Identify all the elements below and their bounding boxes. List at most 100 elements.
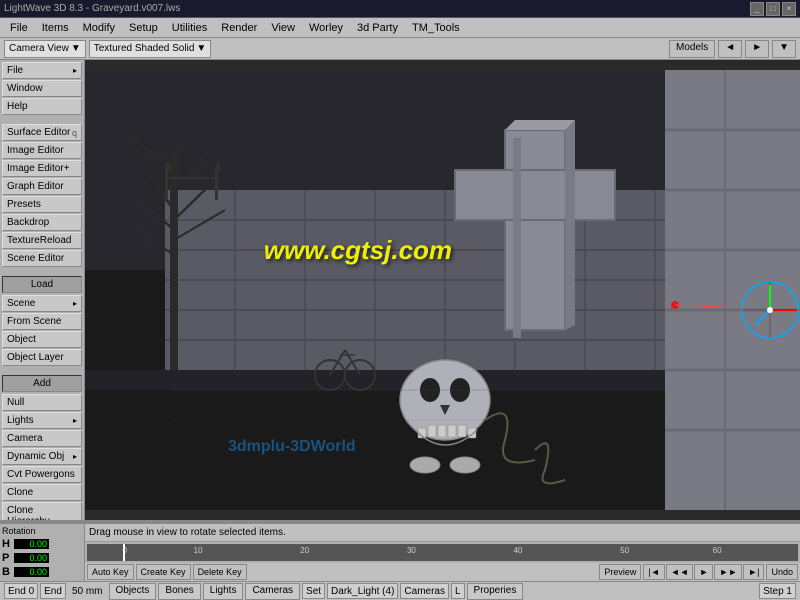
status-bar-right: Step 1	[759, 583, 796, 599]
tick-60: 60	[713, 546, 722, 555]
tb-btn1[interactable]: ◄	[718, 40, 742, 58]
menu-3dparty[interactable]: 3d Party	[351, 21, 404, 35]
models-button[interactable]: Models	[669, 40, 715, 58]
help-menu-btn[interactable]: Help	[2, 98, 82, 115]
minimize-button[interactable]: _	[750, 2, 764, 16]
main-area: File ▸ Window Help Surface Editor q Imag…	[0, 60, 800, 520]
backdrop-btn[interactable]: Backdrop	[2, 214, 82, 231]
close-button[interactable]: ×	[782, 2, 796, 16]
tb-btn2[interactable]: ►	[745, 40, 769, 58]
menu-file[interactable]: File	[4, 21, 34, 35]
l-label: L	[451, 583, 465, 599]
rotation-label: Rotation	[2, 526, 82, 537]
menu-utilities[interactable]: Utilities	[166, 21, 213, 35]
from-scene-btn[interactable]: From Scene	[2, 313, 82, 330]
mode-label: Cameras	[400, 583, 449, 599]
app-title: LightWave 3D 8.3 - Graveyard.v007.lws	[4, 3, 180, 14]
b-value-input[interactable]	[14, 567, 49, 577]
prev-frame-btn[interactable]: |◄	[643, 564, 664, 580]
render-mode-dropdown[interactable]: Textured Shaded Solid ▼	[89, 40, 212, 58]
menu-setup[interactable]: Setup	[123, 21, 164, 35]
step-back-btn[interactable]: ◄◄	[666, 564, 694, 580]
menu-render[interactable]: Render	[215, 21, 263, 35]
step-fwd-btn[interactable]: ►►	[714, 564, 742, 580]
lights-tab[interactable]: Lights	[203, 583, 244, 600]
h-value-input[interactable]	[14, 539, 49, 549]
playback-controls: |◄ ◄◄ ► ►► ►|	[643, 564, 764, 580]
watermark2: 3dmplu-3DWorld	[228, 438, 356, 456]
rotation-b-row: B	[2, 565, 82, 579]
step-label: Step 1	[759, 583, 796, 599]
null-btn[interactable]: Null	[2, 394, 82, 411]
image-editorplus-btn[interactable]: Image Editor+	[2, 160, 82, 177]
next-frame-btn[interactable]: ►|	[743, 564, 764, 580]
playhead[interactable]	[123, 544, 125, 561]
watermark: www.cgtsj.com	[264, 235, 452, 266]
tb-btn3[interactable]: ▼	[772, 40, 796, 58]
menu-items[interactable]: Items	[36, 21, 75, 35]
clone-btn[interactable]: Clone	[2, 484, 82, 501]
cvt-powergons-btn[interactable]: Cvt Powergons	[2, 466, 82, 483]
left-panel: File ▸ Window Help Surface Editor q Imag…	[0, 60, 85, 520]
properties-btn[interactable]: Properies	[467, 583, 524, 600]
top-menu-section: File ▸ Window Help	[0, 60, 84, 118]
menu-worley[interactable]: Worley	[303, 21, 349, 35]
clone-hierarchy-btn[interactable]: Clone Hierarchy	[2, 502, 82, 520]
texturereload-btn[interactable]: TextureReload	[2, 232, 82, 249]
objects-tab[interactable]: Objects	[109, 583, 157, 600]
menu-view[interactable]: View	[265, 21, 301, 35]
lights-btn[interactable]: Lights ▸	[2, 412, 82, 429]
presets-btn[interactable]: Presets	[2, 196, 82, 213]
tick-30: 30	[407, 546, 416, 555]
status-message: Drag mouse in view to rotate selected it…	[89, 527, 286, 538]
dynamic-obj-btn[interactable]: Dynamic Obj ▸	[2, 448, 82, 465]
timeline-area: Rotation H P B Drag mouse in view to rot…	[0, 520, 800, 600]
maximize-button[interactable]: □	[766, 2, 780, 16]
scene-svg	[85, 60, 800, 520]
create-key-button[interactable]: Create Key	[136, 564, 191, 580]
preview-button[interactable]: Preview	[599, 564, 641, 580]
object-layer-btn[interactable]: Object Layer	[2, 349, 82, 366]
file-menu-btn[interactable]: File ▸	[2, 62, 82, 79]
image-editor-btn[interactable]: Image Editor	[2, 142, 82, 159]
load-section: Load Scene ▸ From Scene Object Object La…	[0, 274, 84, 369]
b-axis-label: B	[2, 566, 12, 578]
p-value-input[interactable]	[14, 553, 49, 563]
end-label: End	[8, 586, 26, 597]
title-bar-controls[interactable]: _ □ ×	[750, 2, 796, 16]
cameras-tab[interactable]: Cameras	[245, 583, 300, 600]
window-menu-btn[interactable]: Window	[2, 80, 82, 97]
timeline-controls: Auto Key Create Key Delete Key Preview |…	[85, 563, 800, 581]
timeline-bar[interactable]: 0 10 20 30 40 50 60	[87, 544, 798, 561]
status-message-row: Drag mouse in view to rotate selected it…	[85, 524, 800, 542]
current-item-display: Dark_Light (4)	[327, 583, 398, 599]
add-header: Add	[2, 375, 82, 392]
timeline-content: Drag mouse in view to rotate selected it…	[85, 524, 800, 581]
tick-20: 20	[300, 546, 309, 555]
menu-tmtools[interactable]: TM_Tools	[406, 21, 466, 35]
rotation-p-row: P	[2, 551, 82, 565]
tick-50: 50	[620, 546, 629, 555]
tick-10: 10	[194, 546, 203, 555]
auto-key-button[interactable]: Auto Key	[87, 564, 134, 580]
load-scene-btn[interactable]: Scene ▸	[2, 295, 82, 312]
camera-btn[interactable]: Camera	[2, 430, 82, 447]
editors-section: Surface Editor q Image Editor Image Edit…	[0, 122, 84, 270]
menu-bar: File Items Modify Setup Utilities Render…	[0, 18, 800, 38]
mm-value: 50 mm	[68, 586, 107, 597]
scene-editor-btn[interactable]: Scene Editor	[2, 250, 82, 267]
graph-editor-btn[interactable]: Graph Editor	[2, 178, 82, 195]
play-btn[interactable]: ►	[694, 564, 713, 580]
h-axis-label: H	[2, 538, 12, 550]
title-bar: LightWave 3D 8.3 - Graveyard.v007.lws _ …	[0, 0, 800, 18]
menu-modify[interactable]: Modify	[77, 21, 121, 35]
view-dropdown[interactable]: Camera View ▼	[4, 40, 86, 58]
rotation-panel: Rotation H P B	[0, 524, 85, 581]
end-mm-label: End	[40, 583, 66, 599]
load-object-btn[interactable]: Object	[2, 331, 82, 348]
viewport[interactable]: www.cgtsj.com 3dmplu-3DWorld	[85, 60, 800, 520]
bones-tab[interactable]: Bones	[158, 583, 200, 600]
surface-editor-btn[interactable]: Surface Editor q	[2, 124, 82, 141]
undo-button[interactable]: Undo	[766, 564, 798, 580]
delete-key-button[interactable]: Delete Key	[193, 564, 247, 580]
